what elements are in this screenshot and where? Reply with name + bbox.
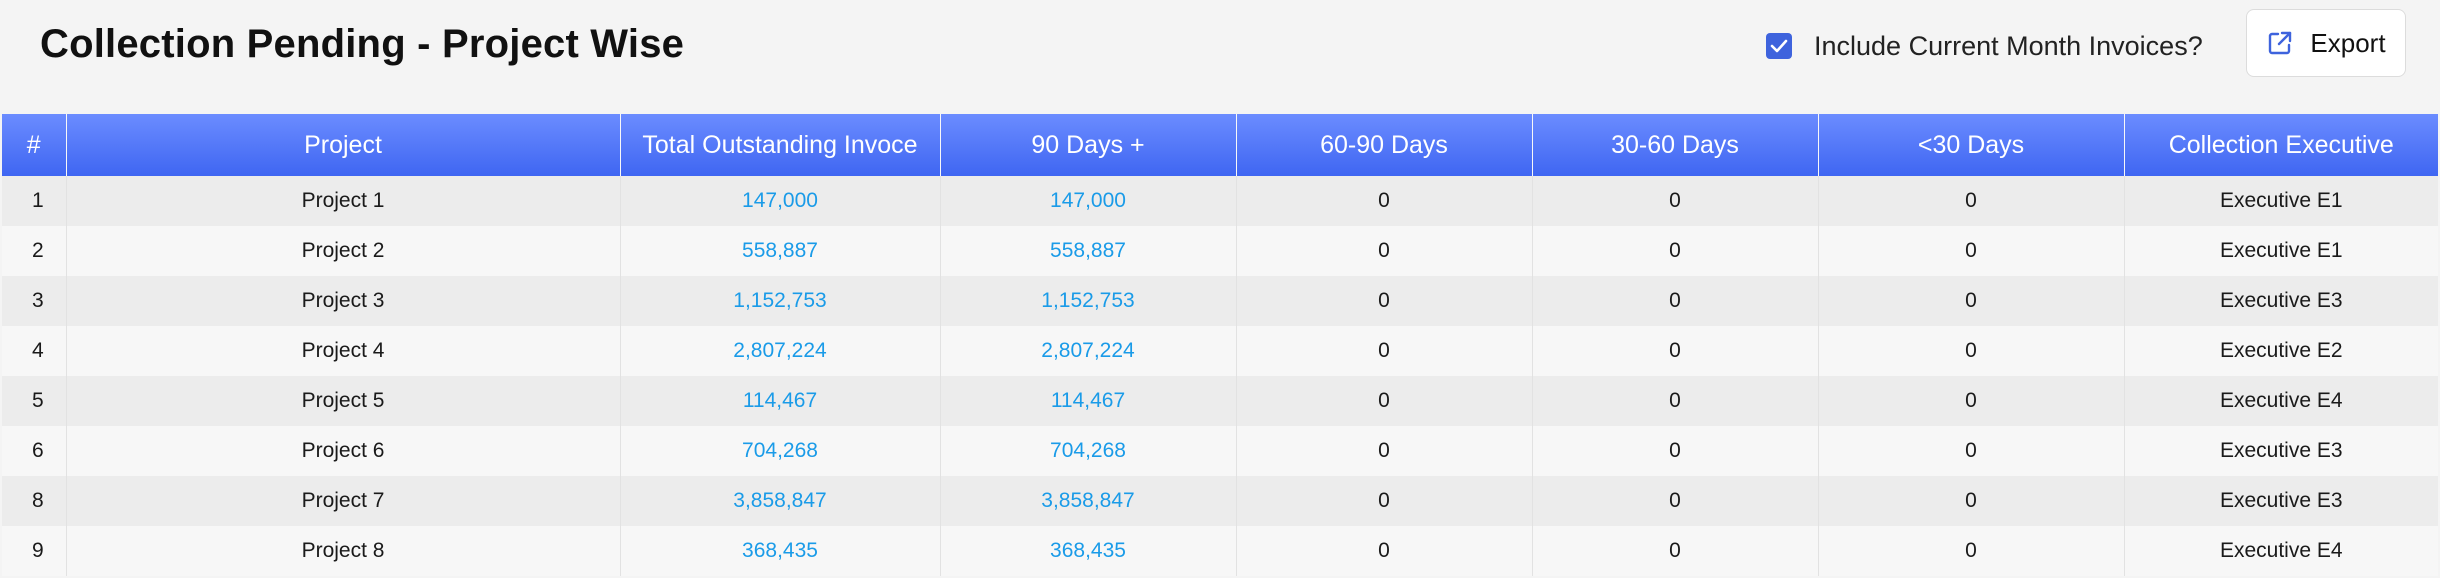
ninety-days-plus-link[interactable]: 2,807,224 [939,326,1236,376]
collection-executive-cell: Executive E1 [2123,176,2438,226]
project-cell: Project 4 [65,326,620,376]
under-thirty-days-cell: 0 [1817,176,2124,226]
total-outstanding-link[interactable]: 3,858,847 [619,476,940,526]
collection-executive-cell: Executive E3 [2123,426,2438,476]
table-row: 2 Project 2 558,887 558,887 0 0 0 Execut… [2,226,2438,276]
thirty-sixty-days-cell: 0 [1531,526,1818,576]
table-row: 1 Project 1 147,000 147,000 0 0 0 Execut… [2,176,2438,226]
under-thirty-days-cell: 0 [1817,526,2124,576]
total-outstanding-link[interactable]: 1,152,753 [619,276,940,326]
ninety-days-plus-link[interactable]: 3,858,847 [939,476,1236,526]
under-thirty-days-cell: 0 [1817,426,2124,476]
page-title: Collection Pending - Project Wise [40,22,685,66]
sixty-ninety-days-cell: 0 [1235,476,1532,526]
total-outstanding-link[interactable]: 2,807,224 [619,326,940,376]
collection-executive-cell: Executive E3 [2123,476,2438,526]
table-row: 9 Project 8 368,435 368,435 0 0 0 Execut… [2,526,2438,576]
table-row: 4 Project 4 2,807,224 2,807,224 0 0 0 Ex… [2,326,2438,376]
total-outstanding-link[interactable]: 368,435 [619,526,940,576]
sixty-ninety-days-cell: 0 [1235,276,1532,326]
collection-executive-cell: Executive E2 [2123,326,2438,376]
ninety-days-plus-link[interactable]: 1,152,753 [939,276,1236,326]
thirty-sixty-days-cell: 0 [1531,426,1818,476]
sixty-ninety-days-cell: 0 [1235,526,1532,576]
table-header-row: # Project Total Outstanding Invoce 90 Da… [2,114,2438,176]
total-outstanding-link[interactable]: 558,887 [619,226,940,276]
collection-executive-cell: Executive E3 [2123,276,2438,326]
column-header-total-outstanding[interactable]: Total Outstanding Invoce [619,114,940,176]
project-cell: Project 5 [65,376,620,426]
under-thirty-days-cell: 0 [1817,276,2124,326]
project-cell: Project 2 [65,226,620,276]
table-row: 3 Project 3 1,152,753 1,152,753 0 0 0 Ex… [2,276,2438,326]
ninety-days-plus-link[interactable]: 704,268 [939,426,1236,476]
project-cell: Project 7 [65,476,620,526]
under-thirty-days-cell: 0 [1817,376,2124,426]
row-number: 9 [32,539,44,562]
column-header-90-days-plus[interactable]: 90 Days + [939,114,1236,176]
collection-executive-cell: Executive E1 [2123,226,2438,276]
column-header-project[interactable]: Project [65,114,620,176]
column-header-60-90-days[interactable]: 60-90 Days [1235,114,1532,176]
project-cell: Project 8 [65,526,620,576]
ninety-days-plus-link[interactable]: 114,467 [939,376,1236,426]
project-cell: Project 3 [65,276,620,326]
ninety-days-plus-link[interactable]: 147,000 [939,176,1236,226]
row-number: 6 [32,439,44,462]
row-number: 5 [32,389,44,412]
project-cell: Project 1 [65,176,620,226]
column-header-30-60-days[interactable]: 30-60 Days [1531,114,1818,176]
table-row: 5 Project 5 114,467 114,467 0 0 0 Execut… [2,376,2438,426]
under-thirty-days-cell: 0 [1817,476,2124,526]
project-cell: Project 6 [65,426,620,476]
column-header-index[interactable]: # [2,114,66,176]
export-button[interactable]: Export [2246,9,2406,77]
include-current-month-label: Include Current Month Invoices? [1814,30,2203,61]
under-thirty-days-cell: 0 [1817,326,2124,376]
sixty-ninety-days-cell: 0 [1235,326,1532,376]
column-header-lt-30-days[interactable]: <30 Days [1817,114,2124,176]
include-current-month-checkbox[interactable] [1766,33,1792,59]
table-row: 8 Project 7 3,858,847 3,858,847 0 0 0 Ex… [2,476,2438,526]
total-outstanding-link[interactable]: 114,467 [619,376,940,426]
table-row: 6 Project 6 704,268 704,268 0 0 0 Execut… [2,426,2438,476]
page-header: Collection Pending - Project Wise Includ… [0,0,2440,114]
collection-executive-cell: Executive E4 [2123,376,2438,426]
sixty-ninety-days-cell: 0 [1235,376,1532,426]
ninety-days-plus-link[interactable]: 368,435 [939,526,1236,576]
row-number: 4 [32,339,44,362]
total-outstanding-link[interactable]: 147,000 [619,176,940,226]
checkmark-icon [1770,39,1788,53]
thirty-sixty-days-cell: 0 [1531,276,1818,326]
under-thirty-days-cell: 0 [1817,226,2124,276]
ninety-days-plus-link[interactable]: 558,887 [939,226,1236,276]
collection-executive-cell: Executive E4 [2123,526,2438,576]
thirty-sixty-days-cell: 0 [1531,376,1818,426]
sixty-ninety-days-cell: 0 [1235,226,1532,276]
total-outstanding-link[interactable]: 704,268 [619,426,940,476]
collection-table: # Project Total Outstanding Invoce 90 Da… [2,114,2438,576]
column-header-collection-executive[interactable]: Collection Executive [2123,114,2438,176]
row-number: 3 [32,289,44,312]
sixty-ninety-days-cell: 0 [1235,176,1532,226]
thirty-sixty-days-cell: 0 [1531,176,1818,226]
collection-table-container: # Project Total Outstanding Invoce 90 Da… [2,114,2438,578]
include-current-month-toggle[interactable]: Include Current Month Invoices? [1766,30,2203,62]
thirty-sixty-days-cell: 0 [1531,326,1818,376]
thirty-sixty-days-cell: 0 [1531,476,1818,526]
row-number: 1 [32,189,44,212]
sixty-ninety-days-cell: 0 [1235,426,1532,476]
thirty-sixty-days-cell: 0 [1531,226,1818,276]
external-link-icon [2266,29,2294,57]
row-number: 2 [32,239,44,262]
row-number: 8 [32,489,44,512]
export-label: Export [2310,27,2386,58]
